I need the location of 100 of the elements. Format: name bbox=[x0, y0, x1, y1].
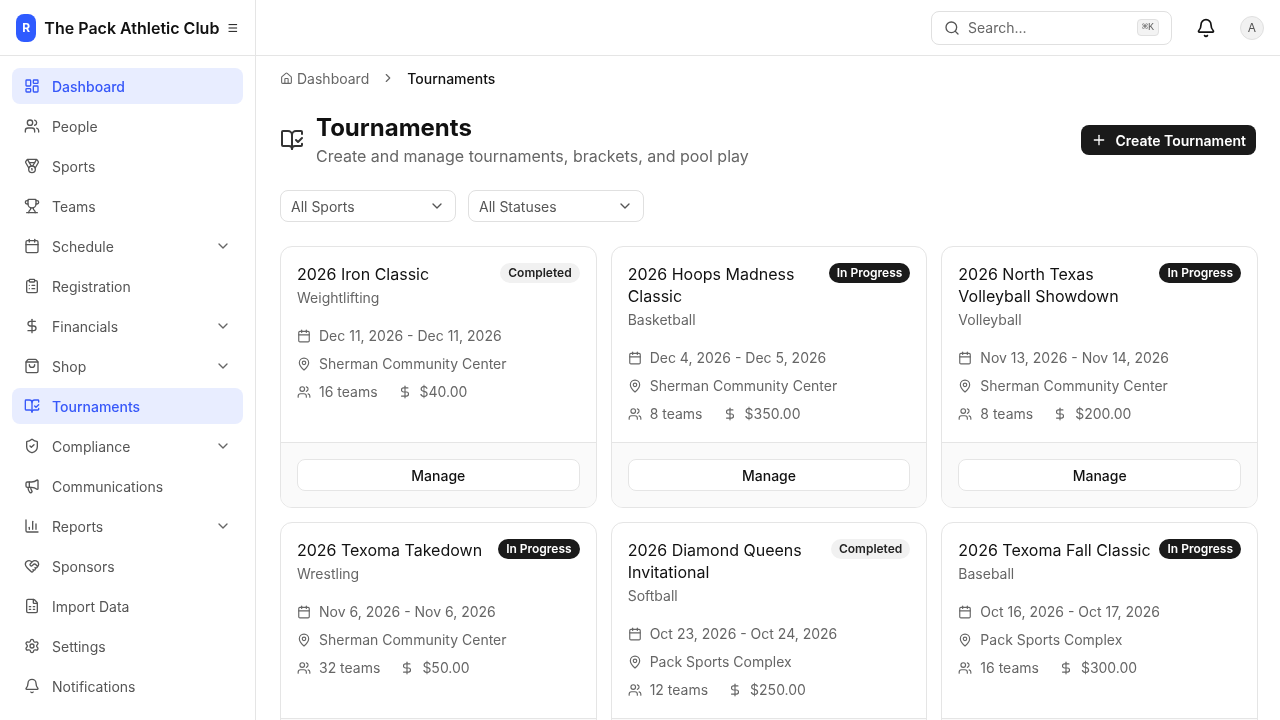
calendar-icon bbox=[627, 627, 642, 641]
sidebar-item[interactable]: Communications bbox=[12, 468, 243, 504]
sidebar-item[interactable]: Import Data bbox=[12, 588, 243, 624]
calendar-icon bbox=[297, 605, 311, 619]
people-icon bbox=[24, 118, 40, 134]
location-pin-icon bbox=[297, 633, 311, 647]
create-tournament-button[interactable]: Create Tournament bbox=[1081, 125, 1256, 155]
bag-icon bbox=[24, 358, 40, 374]
shield-check-icon bbox=[24, 438, 40, 454]
calendar-icon bbox=[627, 351, 642, 365]
date-range: Dec 4, 2026 - Dec 5, 2026 bbox=[649, 348, 827, 368]
location-pin-icon bbox=[627, 655, 642, 669]
book-check-icon bbox=[280, 128, 304, 152]
bell-icon bbox=[24, 678, 40, 694]
team-count: 12 teams bbox=[649, 680, 709, 700]
sidebar-item[interactable]: Reports bbox=[12, 508, 243, 544]
date-range: Dec 11, 2026 - Dec 11, 2026 bbox=[319, 326, 502, 346]
notifications-icon[interactable] bbox=[1196, 17, 1216, 38]
filter-dropdown[interactable]: All Statuses bbox=[468, 190, 644, 222]
bar-chart-icon bbox=[24, 518, 40, 534]
dashboard-icon bbox=[24, 78, 40, 94]
entry-fee: $350.00 bbox=[744, 404, 801, 424]
sidebar-item[interactable]: Compliance bbox=[12, 428, 243, 464]
sidebar-item[interactable]: Sports bbox=[12, 148, 243, 184]
venue: Sherman Community Center bbox=[980, 376, 1168, 396]
dollar-icon bbox=[24, 318, 40, 334]
status-badge: In Progress bbox=[498, 539, 580, 559]
tournament-title: 2026 North Texas Volleyball Showdown bbox=[958, 263, 1120, 307]
sport-name: Volleyball bbox=[958, 310, 1023, 330]
sidebar-item[interactable]: People bbox=[12, 108, 243, 144]
location-pin-icon bbox=[958, 379, 973, 393]
status-badge: Completed bbox=[830, 539, 911, 559]
search-icon bbox=[944, 19, 960, 36]
filter-dropdown[interactable]: All Sports bbox=[280, 190, 456, 222]
date-range: Oct 16, 2026 - Oct 17, 2026 bbox=[980, 602, 1160, 622]
status-badge: In Progress bbox=[1159, 539, 1241, 559]
sidebar-item[interactable]: Schedule bbox=[12, 228, 243, 264]
team-count: 16 teams bbox=[319, 382, 378, 402]
spreadsheet-icon bbox=[24, 598, 40, 614]
sport-name: Weightlifting bbox=[297, 288, 381, 308]
sidebar-item[interactable]: Dashboard bbox=[12, 68, 243, 104]
tournament-title: 2026 Diamond Queens Invitational bbox=[627, 539, 803, 583]
user-avatar[interactable]: A bbox=[1240, 15, 1264, 40]
tournament-title: 2026 Hoops Madness Classic bbox=[627, 263, 796, 307]
sidebar-item[interactable]: Registration bbox=[12, 268, 243, 304]
heart-handshake-icon bbox=[24, 558, 40, 574]
page-title: Tournaments bbox=[316, 112, 473, 144]
venue: Sherman Community Center bbox=[319, 630, 507, 650]
clipboard-icon bbox=[24, 278, 40, 294]
sidebar-item[interactable]: Notifications bbox=[12, 668, 243, 704]
location-pin-icon bbox=[958, 633, 973, 647]
team-count: 16 teams bbox=[980, 658, 1039, 678]
page-subtitle: Create and manage tournaments, brackets, and pool play bbox=[316, 145, 749, 168]
calendar-icon bbox=[24, 238, 40, 254]
date-range: Oct 23, 2026 - Oct 24, 2026 bbox=[649, 624, 838, 644]
entry-fee: $40.00 bbox=[419, 382, 468, 402]
settings-icon bbox=[24, 638, 40, 654]
status-badge: In Progress bbox=[828, 263, 911, 283]
location-pin-icon bbox=[627, 379, 642, 393]
team-count: 32 teams bbox=[319, 658, 381, 678]
trophy-icon bbox=[24, 198, 40, 214]
breadcrumb-link[interactable]: Dashboard bbox=[297, 67, 370, 89]
tournament-title: 2026 Iron Classic bbox=[297, 263, 430, 285]
tournament-title: 2026 Texoma Fall Classic bbox=[958, 539, 1151, 561]
venue: Sherman Community Center bbox=[649, 376, 838, 396]
breadcrumb-current: Tournaments bbox=[407, 68, 496, 89]
shortcut-key: ⌘K bbox=[1136, 19, 1159, 36]
people-icon bbox=[297, 661, 311, 675]
team-count: 8 teams bbox=[649, 404, 703, 424]
sidebar-item[interactable]: Shop bbox=[12, 348, 243, 384]
entry-fee: $200.00 bbox=[1075, 404, 1132, 424]
venue: Sherman Community Center bbox=[319, 354, 507, 374]
sidebar-item[interactable]: Teams bbox=[12, 188, 243, 224]
home-icon bbox=[280, 71, 293, 85]
team-count: 8 teams bbox=[980, 404, 1034, 424]
tournament-title: 2026 Texoma Takedown bbox=[297, 539, 483, 561]
sport-name: Softball bbox=[627, 586, 679, 606]
entry-fee: $300.00 bbox=[1080, 658, 1138, 678]
search-field[interactable]: Search... ⌘K bbox=[931, 10, 1172, 45]
people-icon bbox=[958, 407, 973, 421]
sidebar-item[interactable]: Settings bbox=[12, 628, 243, 664]
status-badge: Completed bbox=[500, 263, 580, 283]
sport-name: Wrestling bbox=[297, 564, 361, 584]
entry-fee: $50.00 bbox=[422, 658, 470, 678]
calendar-icon bbox=[958, 351, 973, 365]
status-badge: In Progress bbox=[1159, 263, 1241, 283]
date-range: Nov 6, 2026 - Nov 6, 2026 bbox=[319, 602, 496, 622]
sidebar-item[interactable]: Sponsors bbox=[12, 548, 243, 584]
sidebar-item[interactable]: Tournaments bbox=[12, 388, 243, 424]
venue: Pack Sports Complex bbox=[980, 630, 1123, 650]
manage-button[interactable]: Manage bbox=[958, 459, 1241, 491]
logo: R bbox=[16, 13, 37, 42]
entry-fee: $250.00 bbox=[750, 680, 806, 700]
manage-button[interactable]: Manage bbox=[627, 459, 911, 491]
sidebar-item[interactable]: Financials bbox=[12, 308, 243, 344]
manage-button[interactable]: Manage bbox=[297, 459, 580, 491]
megaphone-icon bbox=[24, 478, 40, 494]
medal-icon bbox=[24, 158, 40, 174]
search-input[interactable]: Search... bbox=[968, 17, 1129, 38]
calendar-icon bbox=[958, 605, 973, 619]
